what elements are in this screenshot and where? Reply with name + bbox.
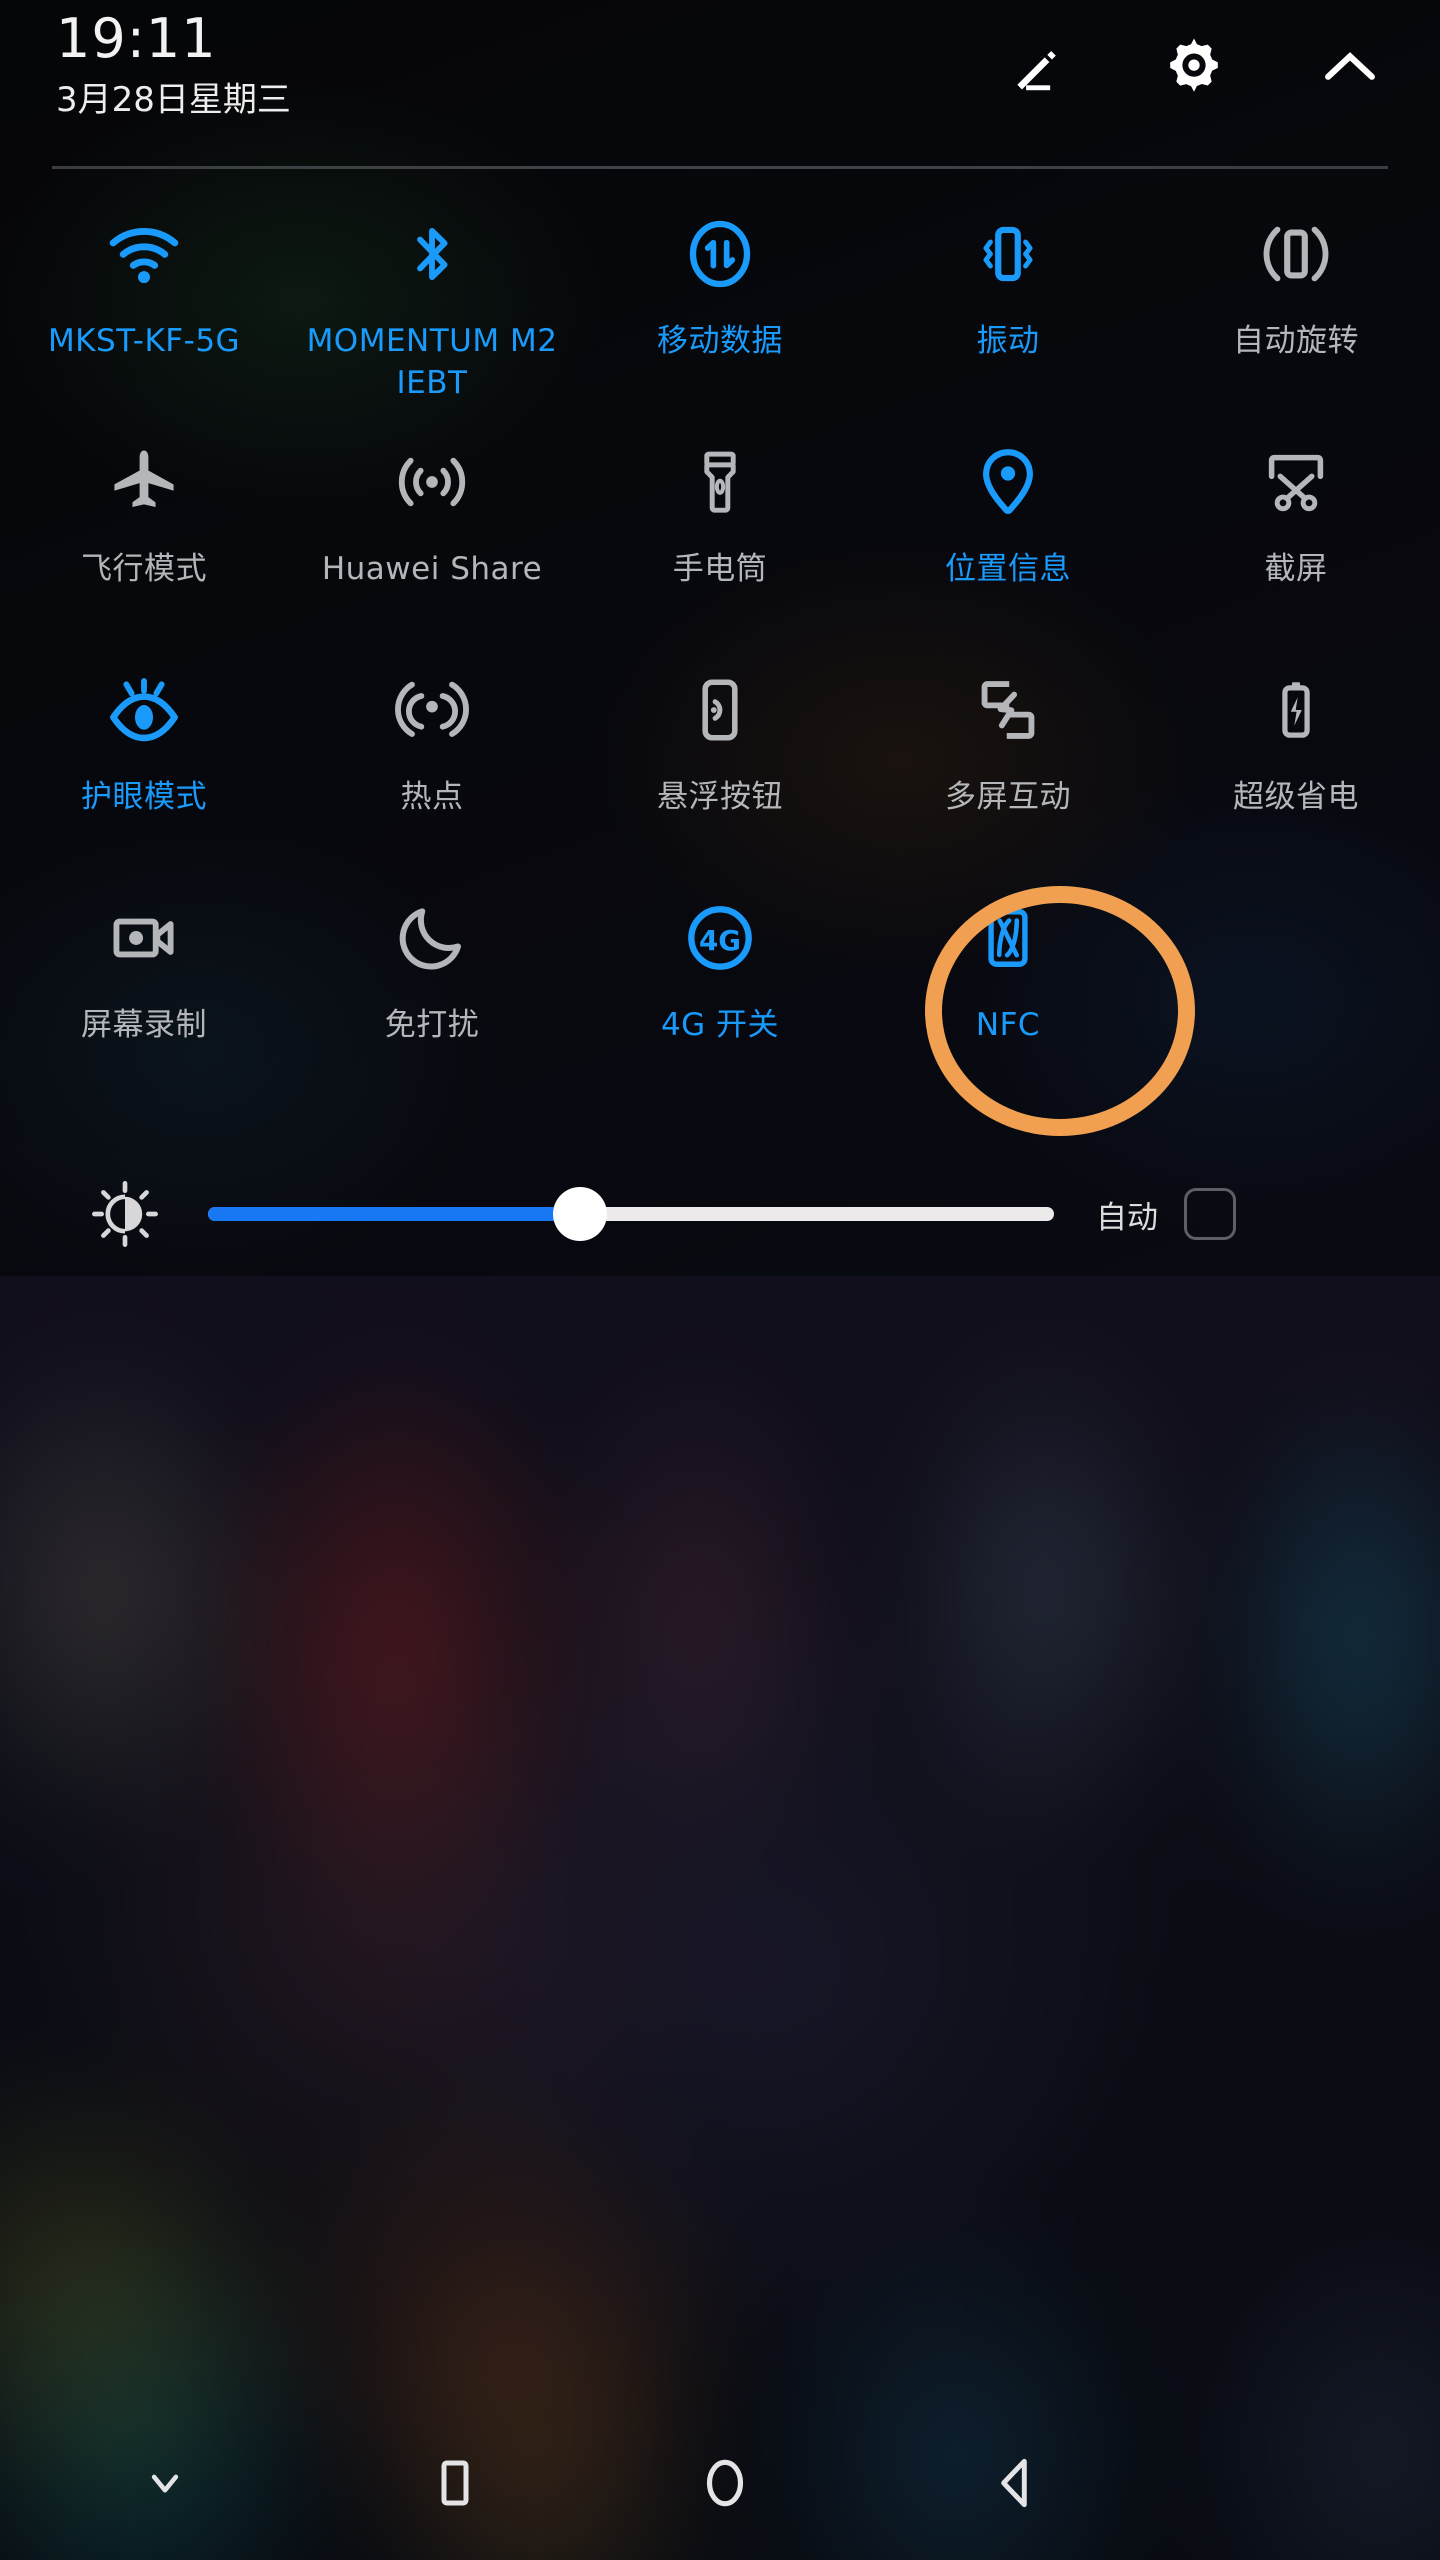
wifi-icon xyxy=(98,208,190,300)
back-triangle-icon xyxy=(984,2452,1046,2518)
toggle-huawei-share[interactable]: Huawei Share xyxy=(288,418,576,646)
nav-collapse-button[interactable] xyxy=(0,2410,330,2560)
phone-screen: 19:11 3月28日星期三 MKST-KF-5G MOMENTUM M2 IE… xyxy=(0,0,1440,2560)
screen-record-icon xyxy=(98,892,190,984)
nav-home-button[interactable] xyxy=(580,2410,870,2560)
airplane-icon xyxy=(98,436,190,528)
toggle-4g-switch[interactable]: 4G 4G 开关 xyxy=(576,874,864,1102)
toggle-empty-slot xyxy=(1152,874,1440,1102)
toggle-label: Huawei Share xyxy=(321,551,543,587)
toggle-label: 多屏互动 xyxy=(945,779,1071,815)
toggle-label: 护眼模式 xyxy=(81,779,207,815)
toggle-label: MKST-KF-5G xyxy=(47,323,241,359)
brightness-slider-fill xyxy=(208,1207,581,1221)
toggle-label: 超级省电 xyxy=(1233,779,1359,815)
gear-icon[interactable] xyxy=(1158,32,1230,104)
toggle-label: 飞行模式 xyxy=(81,551,207,587)
toggle-bluetooth[interactable]: MOMENTUM M2 IEBT xyxy=(288,190,576,418)
square-icon xyxy=(425,2453,485,2517)
navigation-bar xyxy=(0,2410,1440,2560)
header-actions xyxy=(1002,32,1386,104)
toggle-label: 屏幕录制 xyxy=(81,1007,207,1043)
toggle-label: NFC xyxy=(975,1007,1041,1043)
brightness-slider-thumb[interactable] xyxy=(553,1187,608,1241)
empty-slot-icon xyxy=(1250,892,1342,984)
flashlight-icon xyxy=(674,436,766,528)
location-pin-icon xyxy=(962,436,1054,528)
toggle-wifi[interactable]: MKST-KF-5G xyxy=(0,190,288,418)
multi-screen-icon xyxy=(962,664,1054,756)
circle-icon xyxy=(694,2452,756,2518)
toggle-mobile-data[interactable]: 移动数据 xyxy=(576,190,864,418)
auto-rotate-icon xyxy=(1250,208,1342,300)
svg-text:4G: 4G xyxy=(699,924,741,957)
toggle-floating-button[interactable]: 悬浮按钮 xyxy=(576,646,864,874)
toggle-do-not-disturb[interactable]: 免打扰 xyxy=(288,874,576,1102)
header-divider xyxy=(52,166,1388,169)
power-saving-icon xyxy=(1250,664,1342,756)
4g-switch-icon: 4G xyxy=(674,892,766,984)
toggle-label: 截屏 xyxy=(1264,551,1328,587)
eye-care-icon xyxy=(98,664,190,756)
toggle-eye-care[interactable]: 护眼模式 xyxy=(0,646,288,874)
brightness-row: 自动 xyxy=(0,1152,1440,1276)
toggle-label: 移动数据 xyxy=(657,323,783,359)
toggle-airplane[interactable]: 飞行模式 xyxy=(0,418,288,646)
toggle-label: 手电筒 xyxy=(672,551,768,587)
toggle-flashlight[interactable]: 手电筒 xyxy=(576,418,864,646)
status-date: 3月28日星期三 xyxy=(56,80,291,120)
toggle-power-saving[interactable]: 超级省电 xyxy=(1152,646,1440,874)
bluetooth-icon xyxy=(386,208,478,300)
hotspot-icon xyxy=(386,664,478,756)
toggle-multi-screen[interactable]: 多屏互动 xyxy=(864,646,1152,874)
mobile-data-icon xyxy=(674,208,766,300)
toggle-grid: MKST-KF-5G MOMENTUM M2 IEBT 移动数据 振动 自动旋转… xyxy=(0,190,1440,1102)
toggle-label: 4G 开关 xyxy=(660,1007,780,1043)
chevron-up-icon[interactable] xyxy=(1314,32,1386,104)
toggle-vibrate[interactable]: 振动 xyxy=(864,190,1152,418)
toggle-screen-record[interactable]: 屏幕录制 xyxy=(0,874,288,1102)
quick-settings-panel: 19:11 3月28日星期三 MKST-KF-5G MOMENTUM M2 IE… xyxy=(0,0,1440,1276)
screenshot-icon xyxy=(1250,436,1342,528)
vibrate-icon xyxy=(962,208,1054,300)
floating-button-icon xyxy=(674,664,766,756)
chevron-down-icon xyxy=(136,2454,194,2516)
status-time: 19:11 xyxy=(56,7,217,70)
brightness-icon xyxy=(86,1175,164,1253)
toggle-label: 免打扰 xyxy=(384,1007,480,1043)
status-header: 19:11 3月28日星期三 xyxy=(0,0,1440,169)
auto-brightness-label: 自动 xyxy=(1096,1199,1158,1236)
toggle-label: 悬浮按钮 xyxy=(657,779,783,815)
toggle-hotspot[interactable]: 热点 xyxy=(288,646,576,874)
edit-icon[interactable] xyxy=(1002,32,1074,104)
clock-block: 19:11 3月28日星期三 xyxy=(56,8,291,124)
toggle-label: 自动旋转 xyxy=(1233,323,1359,359)
nav-back-button[interactable] xyxy=(870,2410,1160,2560)
do-not-disturb-icon xyxy=(386,892,478,984)
auto-brightness-checkbox[interactable] xyxy=(1184,1188,1236,1240)
nav-recents-button[interactable] xyxy=(330,2410,580,2560)
huawei-share-icon xyxy=(386,436,478,528)
toggle-screenshot[interactable]: 截屏 xyxy=(1152,418,1440,646)
nfc-icon xyxy=(962,892,1054,984)
toggle-nfc[interactable]: NFC xyxy=(864,874,1152,1102)
toggle-label: 位置信息 xyxy=(945,551,1071,587)
brightness-slider[interactable] xyxy=(208,1187,1054,1241)
toggle-location[interactable]: 位置信息 xyxy=(864,418,1152,646)
toggle-label: 热点 xyxy=(400,779,464,815)
toggle-label: MOMENTUM M2 IEBT xyxy=(306,323,558,401)
toggle-label: 振动 xyxy=(976,323,1040,359)
toggle-auto-rotate[interactable]: 自动旋转 xyxy=(1152,190,1440,418)
